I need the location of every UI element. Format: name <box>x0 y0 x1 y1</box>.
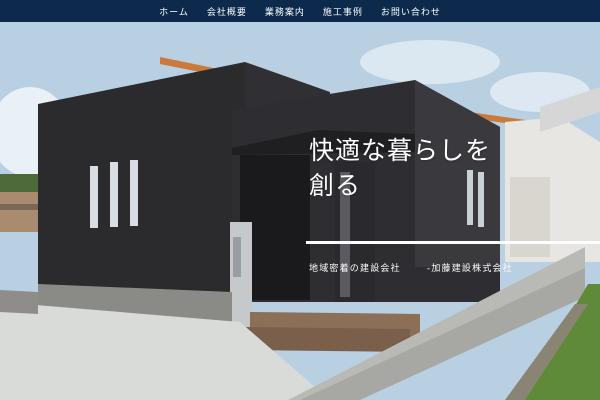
nav-item-contact[interactable]: お問い合わせ <box>381 5 441 18</box>
hero-divider <box>306 241 600 244</box>
hero-headline: 快適な暮らしを 創る <box>309 133 491 203</box>
top-navigation: ホーム 会社概要 業務案内 施工事例 お問い合わせ <box>0 0 600 22</box>
hero-headline-line1: 快適な暮らしを <box>309 136 492 165</box>
nav-item-works[interactable]: 施工事例 <box>323 5 363 18</box>
nav-item-services[interactable]: 業務案内 <box>265 5 305 18</box>
page-frame: ホーム 会社概要 業務案内 施工事例 お問い合わせ 快適な暮らしを 創る 地域密… <box>0 0 600 400</box>
nav-item-home[interactable]: ホーム <box>159 5 189 18</box>
hero-subtitle: 地域密着の建設会社 -加藤建設株式会社 <box>309 261 513 274</box>
nav-item-company[interactable]: 会社概要 <box>207 5 247 18</box>
hero-house-photo <box>0 22 600 400</box>
hero-subtitle-left: 地域密着の建設会社 <box>309 264 401 274</box>
hero-subtitle-right: -加藤建設株式会社 <box>426 264 513 274</box>
hero-headline-line2: 創る <box>309 171 362 200</box>
